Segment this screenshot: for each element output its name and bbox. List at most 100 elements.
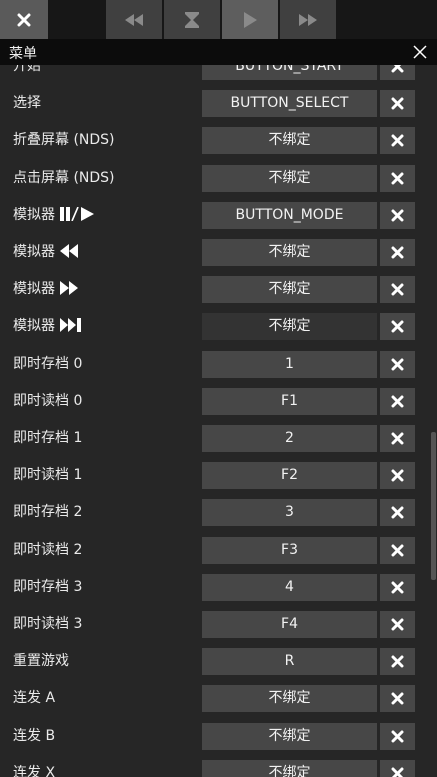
binding-label-text: 模拟器 — [13, 281, 55, 298]
binding-row: 即时存档 3 4 — [0, 569, 437, 606]
binding-value-button[interactable]: 1 — [202, 350, 377, 378]
close-icon — [391, 506, 404, 519]
binding-row: 即时存档 2 3 — [0, 494, 437, 531]
binding-label-text: 即时存档 2 — [13, 504, 83, 521]
binding-label: 选择 — [13, 85, 41, 122]
binding-value-button[interactable]: 不绑定 — [202, 685, 377, 713]
clear-binding-button[interactable] — [380, 387, 415, 415]
binding-label: 点击屏幕 (NDS) — [13, 160, 115, 197]
binding-label-text: 开始 — [13, 65, 41, 74]
binding-label-text: 即时读档 1 — [13, 467, 83, 484]
binding-value-button[interactable]: R — [202, 648, 377, 676]
close-icon — [391, 618, 404, 631]
clear-binding-button[interactable] — [380, 276, 415, 304]
binding-row: 即时读档 1 F2 — [0, 457, 437, 494]
clear-binding-button[interactable] — [380, 350, 415, 378]
binding-label-text: 折叠屏幕 (NDS) — [13, 132, 115, 149]
binding-value-button[interactable]: F3 — [202, 536, 377, 564]
clear-binding-button[interactable] — [380, 573, 415, 601]
binding-value-button[interactable]: 不绑定 — [202, 127, 377, 155]
close-icon — [391, 246, 404, 259]
binding-label-text: 模拟器 — [13, 244, 55, 260]
close-icon — [391, 432, 404, 445]
key-binding-list: 开始 BUTTON_START 选择 BUTTON_SELECT 折叠屏幕 (NDS) 不… — [0, 65, 437, 777]
close-icon — [391, 209, 404, 222]
clear-binding-button[interactable] — [380, 462, 415, 490]
menu-close-icon[interactable] — [413, 45, 427, 59]
clear-binding-button[interactable] — [380, 648, 415, 676]
binding-label: 模拟器 — [13, 271, 78, 308]
menu-header: 菜单 — [0, 39, 437, 65]
binding-label-text: 选择 — [13, 95, 41, 112]
clear-binding-button[interactable] — [380, 65, 415, 80]
binding-value-button[interactable]: 4 — [202, 573, 377, 601]
clear-binding-button[interactable] — [380, 313, 415, 341]
binding-value-button[interactable]: 不绑定 — [202, 313, 377, 341]
binding-value-button[interactable]: BUTTON_SELECT — [202, 90, 377, 118]
clear-binding-button[interactable] — [380, 90, 415, 118]
clear-binding-button[interactable] — [380, 239, 415, 266]
binding-label: 即时读档 2 — [13, 532, 82, 569]
binding-value-button[interactable]: 不绑定 — [202, 239, 377, 266]
clear-binding-button[interactable] — [380, 425, 415, 452]
binding-label: 模拟器 — [13, 234, 78, 271]
binding-label-text: 即时读档 2 — [13, 541, 83, 558]
binding-label: 重置游戏 — [13, 643, 69, 680]
clear-binding-button[interactable] — [380, 722, 415, 750]
close-icon — [391, 655, 404, 668]
binding-label-text: 即时存档 0 — [13, 355, 83, 372]
binding-value-button[interactable]: 不绑定 — [202, 276, 377, 304]
close-icon — [391, 320, 404, 333]
binding-label-text: 即时读档 3 — [13, 616, 83, 632]
binding-row: 模拟器 不绑定 — [0, 308, 437, 345]
pause-play-icon — [55, 206, 96, 223]
binding-value-button[interactable]: F2 — [202, 462, 377, 490]
clear-binding-button[interactable] — [380, 685, 415, 713]
binding-label-text: 模拟器 — [13, 318, 55, 335]
binding-label: 模拟器 — [13, 197, 96, 234]
fast-forward-icon — [55, 281, 78, 297]
slow-motion-button[interactable] — [164, 0, 220, 39]
binding-value-button[interactable]: BUTTON_MODE — [202, 201, 377, 229]
binding-value-button[interactable]: 不绑定 — [202, 722, 377, 750]
play-button[interactable] — [222, 0, 278, 39]
fast-forward-button[interactable] — [280, 0, 336, 39]
binding-value-button[interactable]: 不绑定 — [202, 164, 377, 192]
binding-value-button[interactable]: 2 — [202, 425, 377, 452]
clear-binding-button[interactable] — [380, 499, 415, 527]
binding-value-button[interactable]: F1 — [202, 387, 377, 415]
binding-label: 即时存档 3 — [13, 569, 82, 606]
close-icon — [391, 134, 404, 147]
binding-row: 点击屏幕 (NDS) 不绑定 — [0, 160, 437, 197]
rewind-button[interactable] — [106, 0, 162, 39]
clear-binding-button[interactable] — [380, 201, 415, 229]
binding-row: 模拟器 BUTTON_MODE — [0, 197, 437, 234]
binding-label-text: 即时读档 0 — [13, 392, 83, 409]
clear-binding-button[interactable] — [380, 164, 415, 192]
binding-value-button[interactable]: BUTTON_START — [202, 65, 377, 80]
close-icon — [391, 767, 404, 777]
binding-label: 即时读档 3 — [13, 606, 82, 643]
rewind-icon — [125, 13, 143, 26]
scrollbar[interactable] — [431, 432, 436, 580]
binding-label: 折叠屏幕 (NDS) — [13, 122, 115, 159]
rewind-icon — [55, 244, 78, 260]
binding-label: 连发 B — [13, 718, 55, 755]
close-icon — [391, 730, 404, 743]
binding-row: 连发 A 不绑定 — [0, 680, 437, 717]
close-icon — [391, 65, 404, 73]
binding-label: 连发 X — [13, 755, 55, 777]
binding-label: 即时读档 1 — [13, 457, 82, 494]
binding-label-text: 重置游戏 — [13, 653, 69, 670]
clear-binding-button[interactable] — [380, 536, 415, 564]
close-button[interactable] — [0, 0, 48, 39]
binding-value-button[interactable]: 3 — [202, 499, 377, 527]
clear-binding-button[interactable] — [380, 611, 415, 638]
clear-binding-button[interactable] — [380, 127, 415, 155]
binding-value-button[interactable]: 不绑定 — [202, 759, 377, 777]
binding-row: 模拟器 不绑定 — [0, 234, 437, 271]
binding-label: 开始 — [13, 65, 41, 85]
binding-label-text: 即时存档 3 — [13, 578, 83, 595]
clear-binding-button[interactable] — [380, 759, 415, 777]
binding-value-button[interactable]: F4 — [202, 611, 377, 638]
